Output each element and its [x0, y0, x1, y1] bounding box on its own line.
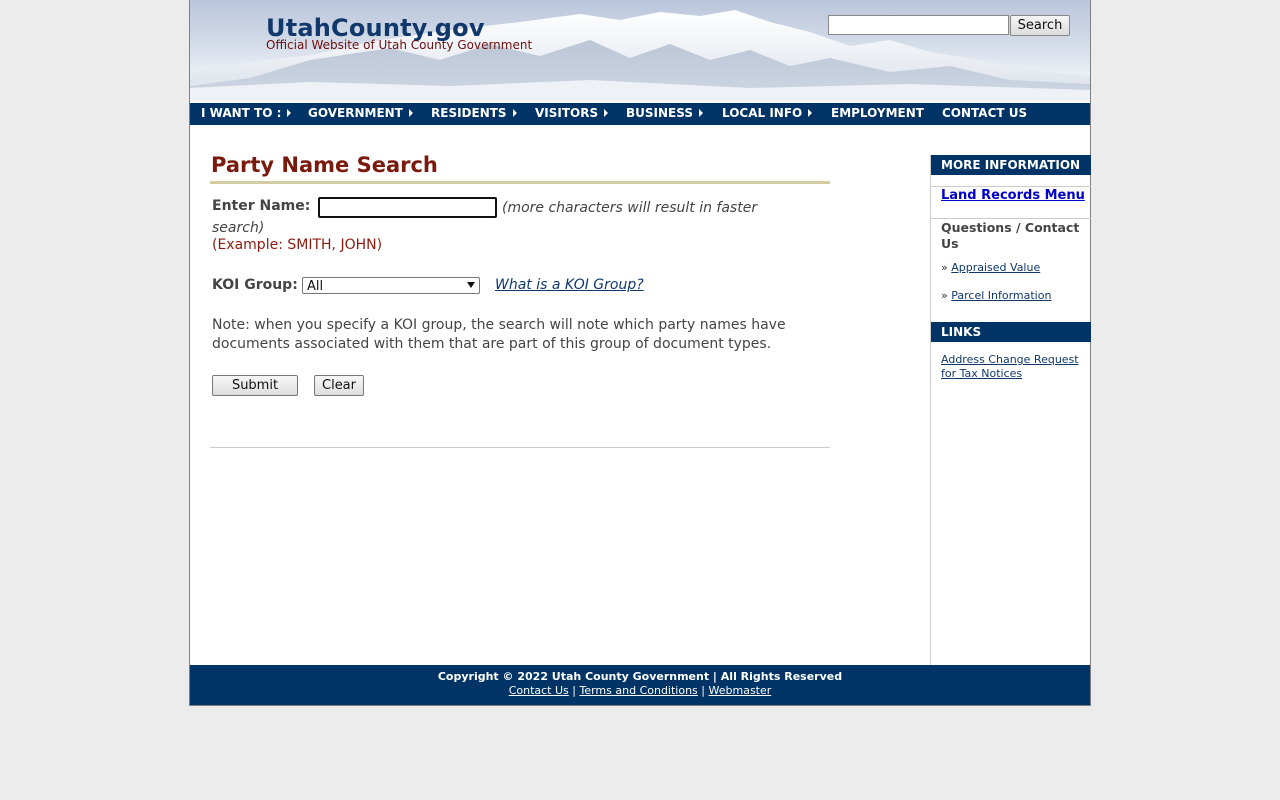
- caret-right-icon: [512, 109, 517, 117]
- bullet-icon: »: [941, 289, 948, 302]
- nav-item-government[interactable]: GOVERNMENT: [308, 103, 413, 125]
- nav-item-visitors[interactable]: VISITORS: [535, 103, 609, 125]
- appraised-value-link[interactable]: Appraised Value: [951, 261, 1040, 274]
- nav-item-i-want-to[interactable]: I WANT TO :: [201, 103, 292, 125]
- site-search-button[interactable]: Search: [1010, 15, 1070, 36]
- footer-contact-link[interactable]: Contact Us: [509, 684, 569, 697]
- parcel-information-link[interactable]: Parcel Information: [951, 289, 1051, 302]
- nav-item-contact-us[interactable]: CONTACT US: [942, 103, 1027, 125]
- page-container: UtahCounty.gov Official Website of Utah …: [189, 0, 1091, 706]
- footer-terms-link[interactable]: Terms and Conditions: [579, 684, 697, 697]
- address-change-link[interactable]: Address Change Request for Tax Notices: [941, 353, 1086, 381]
- footer-webmaster-link[interactable]: Webmaster: [709, 684, 772, 697]
- right-sidebar: MORE INFORMATION Land Records Menu Quest…: [930, 155, 1091, 665]
- main-nav: I WANT TO : GOVERNMENT RESIDENTS VISITOR…: [190, 101, 1090, 125]
- clear-button[interactable]: Clear: [314, 375, 364, 396]
- nav-item-residents[interactable]: RESIDENTS: [431, 103, 517, 125]
- chevron-down-icon: [467, 282, 475, 288]
- copyright-text: Copyright © 2022 Utah County Government …: [437, 670, 843, 683]
- caret-right-icon: [808, 109, 813, 117]
- content-bottom-divider: [210, 447, 830, 448]
- site-subtitle: Official Website of Utah County Governme…: [266, 38, 533, 52]
- caret-right-icon: [604, 109, 609, 117]
- more-information-heading: MORE INFORMATION: [931, 155, 1091, 175]
- appraised-value-item: » Appraised Value: [941, 261, 1040, 274]
- bullet-icon: »: [941, 261, 948, 274]
- site-search-input[interactable]: [828, 15, 1009, 35]
- header-banner: UtahCounty.gov Official Website of Utah …: [190, 0, 1090, 101]
- nav-item-local-info[interactable]: LOCAL INFO: [722, 103, 813, 125]
- caret-right-icon: [287, 109, 292, 117]
- links-heading: LINKS: [931, 322, 1091, 342]
- nav-item-employment[interactable]: EMPLOYMENT: [831, 103, 924, 125]
- sidebar-divider: [931, 218, 1091, 219]
- footer-separator: |: [701, 684, 706, 697]
- submit-button[interactable]: Submit: [212, 375, 298, 396]
- name-example-text: (Example: SMITH, JOHN): [212, 237, 383, 253]
- caret-right-icon: [698, 109, 703, 117]
- title-divider: [210, 181, 830, 184]
- koi-group-select[interactable]: All: [302, 277, 480, 294]
- name-input[interactable]: [318, 197, 497, 218]
- questions-contact-heading: Questions / Contact Us: [941, 220, 1080, 251]
- land-records-menu-link[interactable]: Land Records Menu: [941, 188, 1085, 203]
- footer-separator: |: [572, 684, 576, 697]
- page-title: Party Name Search: [211, 153, 438, 177]
- parcel-information-item: » Parcel Information: [941, 289, 1051, 302]
- name-label: Enter Name:: [212, 198, 311, 214]
- sidebar-divider: [931, 186, 1091, 187]
- koi-group-help-link[interactable]: What is a KOI Group?: [495, 277, 644, 293]
- footer-links: Contact Us | Terms and Conditions | Webm…: [190, 684, 1090, 697]
- koi-group-label: KOI Group:: [212, 277, 298, 293]
- footer: Copyright © 2022 Utah County Government …: [190, 665, 1090, 705]
- nav-item-business[interactable]: BUSINESS: [626, 103, 703, 125]
- koi-note-text: Note: when you specify a KOI group, the …: [212, 317, 786, 352]
- koi-group-selected-value: All: [307, 279, 324, 294]
- caret-right-icon: [408, 109, 413, 117]
